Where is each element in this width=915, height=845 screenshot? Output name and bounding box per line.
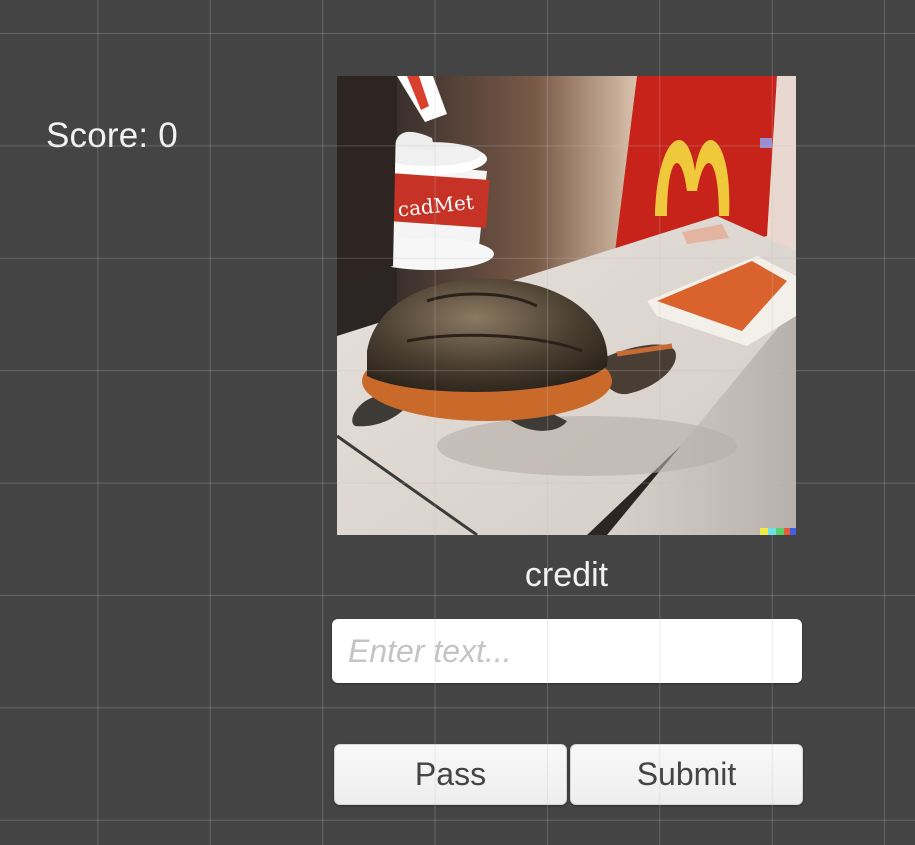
submit-button[interactable]: Submit <box>570 744 803 805</box>
prompt-word: credit <box>524 556 609 594</box>
score-label: Score: 0 <box>46 116 178 155</box>
challenge-image: cadMet <box>337 76 796 535</box>
answer-input[interactable] <box>332 619 802 683</box>
pass-button[interactable]: Pass <box>334 744 567 805</box>
